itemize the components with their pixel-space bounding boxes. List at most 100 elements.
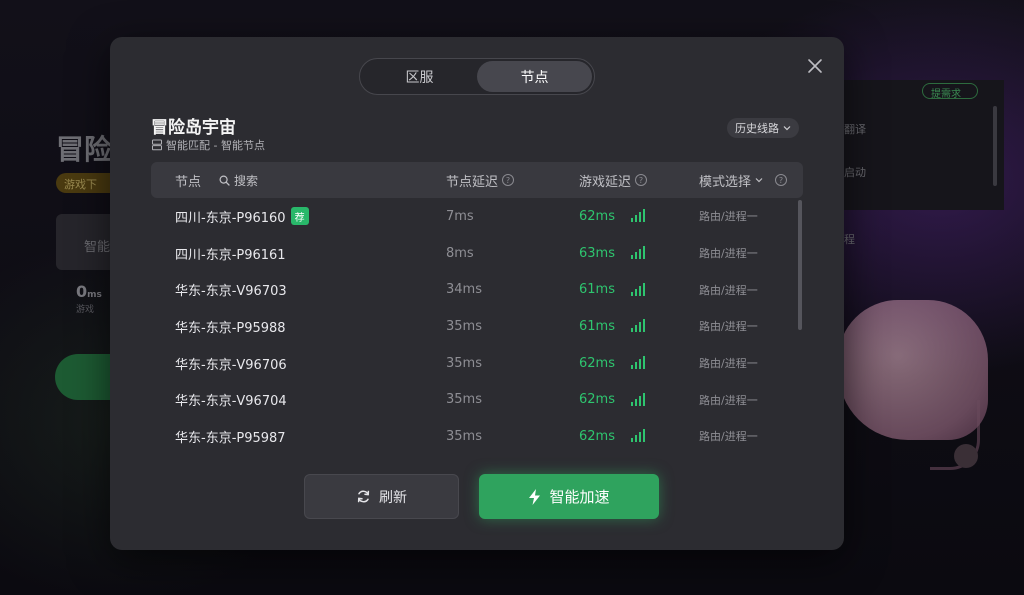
game-title: 冒险岛宇宙 — [151, 118, 236, 138]
node-table-header: 节点 搜索 节点延迟 ? 游戏延迟 ? 模式选择 ? — [151, 162, 803, 198]
node-row[interactable]: 华东-东京-P95987 35ms 62ms 路由/进程一 — [151, 418, 803, 455]
node-name: 华东-东京-P95988 — [175, 320, 286, 336]
signal-bars-icon — [630, 392, 645, 406]
mascot-ball — [954, 444, 978, 468]
mode-select[interactable]: 路由/进程一 — [699, 381, 758, 418]
node-name: 华东-东京-P95987 — [175, 430, 286, 446]
header-game-latency: 游戏延迟 ? — [579, 162, 648, 198]
node-name-cell: 华东-东京-V96704 — [175, 381, 287, 418]
bg-request-tag: 提需求 — [922, 83, 978, 100]
signal-bars-icon — [630, 209, 645, 223]
node-latency: 34ms — [446, 282, 482, 298]
node-row[interactable]: 华东-东京-P95988 35ms 61ms 路由/进程一 — [151, 308, 803, 345]
search-label: 搜索 — [234, 173, 259, 188]
signal-bars-icon — [630, 356, 645, 370]
history-route-label: 历史线路 — [735, 122, 779, 135]
lightning-icon — [529, 488, 541, 505]
recommended-badge: 荐 — [290, 207, 309, 226]
signal-bars-icon — [630, 319, 645, 333]
bg-latency-sub: 游戏 — [76, 305, 95, 315]
header-node: 节点 搜索 — [175, 162, 258, 198]
node-name-cell: 华东-东京-V96703 — [175, 271, 287, 308]
node-latency: 35ms — [446, 355, 482, 371]
game-subtitle: 智能匹配 - 智能节点 — [151, 137, 265, 153]
game-latency: 62ms — [579, 392, 615, 408]
node-row[interactable]: 华东-东京-V96706 35ms 62ms 路由/进程一 — [151, 345, 803, 382]
node-name-cell: 华东-东京-P95988 — [175, 308, 286, 345]
game-latency-cell: 63ms — [579, 235, 645, 272]
bg-side-panel — [844, 80, 1004, 210]
header-node-latency-label: 节点延迟 — [446, 174, 499, 190]
signal-bars-icon — [630, 282, 645, 296]
game-subtitle-text: 智能匹配 - 智能节点 — [166, 139, 265, 152]
tab-switch: 区服 节点 — [359, 58, 595, 95]
mode-select[interactable]: 路由/进程一 — [699, 235, 758, 272]
bg-latency-value: 0ms — [76, 282, 102, 301]
node-name: 四川-东京-P96160 — [175, 210, 286, 226]
help-icon[interactable]: ? — [635, 174, 648, 186]
tab-server[interactable]: 区服 — [362, 61, 477, 92]
signal-bars-icon — [630, 429, 645, 443]
node-row[interactable]: 四川-东京-P96160 荐 7ms 62ms 路由/进程一 — [151, 198, 803, 235]
node-name: 华东-东京-V96706 — [175, 357, 287, 373]
bg-side-text: 启动 — [844, 166, 866, 179]
node-name: 四川-东京-P96161 — [175, 247, 286, 263]
help-icon[interactable]: ? — [775, 174, 788, 186]
node-name-cell: 四川-东京-P96161 — [175, 235, 286, 272]
header-mode-label: 模式选择 — [699, 174, 752, 190]
node-row[interactable]: 华东-东京-V96703 34ms 61ms 路由/进程一 — [151, 271, 803, 308]
game-latency: 62ms — [579, 355, 615, 371]
game-latency: 61ms — [579, 282, 615, 298]
refresh-button[interactable]: 刷新 — [304, 474, 459, 519]
smart-accelerate-button[interactable]: 智能加速 — [479, 474, 659, 519]
chevron-down-icon — [755, 178, 763, 183]
bg-side-text: 程 — [844, 233, 855, 246]
bg-mode-label: 智能 — [84, 240, 111, 255]
refresh-icon — [357, 490, 370, 503]
node-name-cell: 华东-东京-V96706 — [175, 345, 287, 382]
bg-side-text: 翻译 — [844, 123, 866, 136]
node-latency: 8ms — [446, 245, 474, 261]
node-latency: 7ms — [446, 208, 474, 224]
mode-select[interactable]: 路由/进程一 — [699, 345, 758, 382]
header-mode[interactable]: 模式选择 ? — [699, 162, 788, 198]
close-icon — [808, 59, 822, 73]
game-latency: 62ms — [579, 208, 615, 224]
game-latency-cell: 62ms — [579, 381, 645, 418]
mode-select[interactable]: 路由/进程一 — [699, 308, 758, 345]
refresh-label: 刷新 — [379, 489, 407, 506]
node-name: 华东-东京-V96704 — [175, 394, 287, 410]
bg-scrollbar — [993, 106, 997, 186]
tab-node[interactable]: 节点 — [477, 61, 592, 92]
node-row[interactable]: 华东-东京-V96704 35ms 62ms 路由/进程一 — [151, 381, 803, 418]
node-latency: 35ms — [446, 392, 482, 408]
node-table-body: 四川-东京-P96160 荐 7ms 62ms 路由/进程一 四川-东京-P961… — [151, 198, 803, 455]
header-node-latency: 节点延迟 ? — [446, 162, 515, 198]
node-latency: 35ms — [446, 318, 482, 334]
bg-page-title: 冒险 — [56, 133, 113, 166]
mode-select[interactable]: 路由/进程一 — [699, 418, 758, 455]
mode-select[interactable]: 路由/进程一 — [699, 271, 758, 308]
chevron-down-icon — [783, 126, 791, 131]
table-scrollbar[interactable] — [798, 200, 802, 330]
game-latency: 63ms — [579, 245, 615, 261]
node-search-button[interactable]: 搜索 — [219, 172, 258, 189]
node-name-cell: 华东-东京-P95987 — [175, 418, 286, 455]
game-latency-cell: 62ms — [579, 418, 645, 455]
game-latency-cell: 62ms — [579, 198, 645, 235]
node-name-cell: 四川-东京-P96160 荐 — [175, 198, 309, 235]
header-game-latency-label: 游戏延迟 — [579, 174, 632, 190]
mode-select[interactable]: 路由/进程一 — [699, 198, 758, 235]
game-latency: 61ms — [579, 318, 615, 334]
close-button[interactable] — [804, 55, 826, 77]
smart-accelerate-label: 智能加速 — [549, 488, 610, 506]
game-latency-cell: 62ms — [579, 345, 645, 382]
search-icon — [219, 174, 230, 186]
node-name: 华东-东京-V96703 — [175, 284, 287, 300]
game-latency-cell: 61ms — [579, 271, 645, 308]
history-route-button[interactable]: 历史线路 — [727, 118, 799, 138]
node-row[interactable]: 四川-东京-P96161 8ms 63ms 路由/进程一 — [151, 235, 803, 272]
help-icon[interactable]: ? — [502, 174, 515, 186]
header-node-label: 节点 — [175, 174, 202, 190]
node-latency: 35ms — [446, 428, 482, 444]
